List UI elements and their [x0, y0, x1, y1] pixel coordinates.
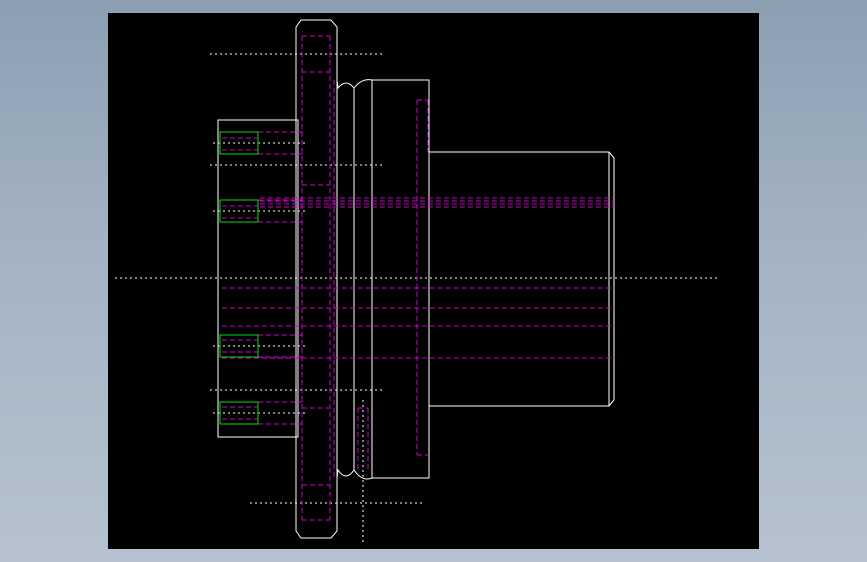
- cad-viewport[interactable]: [0, 0, 867, 562]
- drawing-sheet: [108, 13, 759, 549]
- drawing-canvas[interactable]: [0, 0, 867, 562]
